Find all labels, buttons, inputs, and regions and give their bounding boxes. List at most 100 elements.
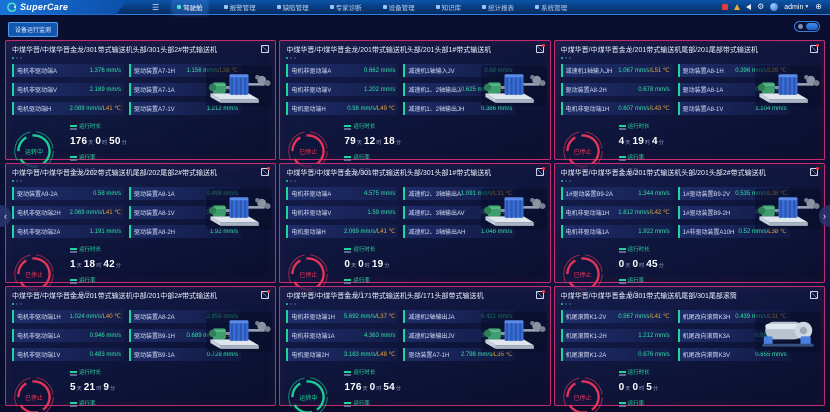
hamburger-menu-icon[interactable]: ☰ (152, 3, 159, 12)
expand-icon[interactable] (536, 45, 544, 53)
rate-label: 运行率 (619, 399, 660, 407)
equipment-image (481, 184, 547, 234)
sensor-value: 2.089 mm/s/L41 ℃ (70, 105, 121, 112)
sensor-value: 0.58 mm/s (93, 191, 121, 197)
warning-triangle-icon[interactable] (734, 4, 740, 10)
title-dots (561, 303, 818, 305)
runtime-label: 运行时长 (70, 368, 117, 376)
expand-icon[interactable] (536, 168, 544, 176)
brand-logo[interactable]: SuperCare (0, 0, 128, 15)
sensor-reading[interactable]: 电机非驱动端1V 0.483 mm/s (12, 348, 124, 361)
sensor-label: 减速机1轴输入JV (408, 66, 454, 75)
runtime-label: 运行时长 (70, 122, 129, 130)
sensor-reading[interactable]: 电机非驱动端1H 0.607 mm/s/L43 ℃ (561, 102, 673, 115)
navbar-right-tools: ⚙ admin ▼ ⊕ (722, 3, 830, 11)
sensor-reading[interactable]: 减速机1轴输入JH 1.067 mm/s/L51 ℃ (561, 64, 673, 77)
page-tab-chip[interactable]: 设备运行监测 (8, 22, 58, 37)
speaker-icon[interactable] (746, 4, 751, 10)
title-dots (561, 180, 818, 182)
sensor-reading[interactable]: 电机非驱动端A 4.575 mm/s (286, 187, 398, 200)
sensor-label: 减速机1轴输入JH (566, 66, 613, 75)
runtime-days: 176 (70, 136, 87, 147)
sensor-reading[interactable]: 电机非驱动端1A 1.922 mm/s (561, 225, 673, 238)
sensor-reading[interactable]: 电机非驱动端V 1.59 mm/s (286, 206, 398, 219)
equipment-card[interactable]: 中煤华晋/中煤华晋金龙/202带式输送机尾部/202尾部2#带式输送机 驱动装置… (5, 163, 276, 283)
equipment-card[interactable]: 中煤华晋/中煤华晋金龙/201带式输送机头部/201头部1#带式输送机 电机非驱… (279, 40, 550, 160)
sensor-value: 1.59 mm/s (367, 210, 395, 216)
sensor-reading[interactable]: 电机驱动端H 0.98 mm/s/L49 ℃ (286, 102, 398, 115)
expand-icon[interactable] (810, 45, 818, 53)
alarm-management-icon (224, 5, 228, 9)
sensor-reading[interactable]: 电机非驱动端V 1.202 mm/s (286, 83, 398, 96)
view-mode-toggle[interactable] (794, 21, 820, 32)
runtime-hours: 0 (632, 259, 638, 270)
runtime-label: 运行时长 (344, 245, 391, 253)
sensor-reading[interactable]: 驱动装置A8-2H 0.678 mm/s (561, 83, 673, 96)
expand-icon[interactable] (261, 168, 269, 176)
expand-icon[interactable] (810, 291, 818, 299)
nav-item[interactable]: 统计报表 (478, 0, 518, 14)
sensor-reading[interactable]: 机尾滚筒K1-2H 1.212 mm/s (561, 329, 673, 342)
title-dots (286, 57, 543, 59)
sensor-reading[interactable]: 电机非驱动端1A 0.946 mm/s (12, 329, 124, 342)
nav-item[interactable]: 驾驶舱 (173, 0, 207, 14)
nav-item[interactable]: 系统管理 (531, 0, 571, 14)
sensor-reading[interactable]: 电机驱动端H 2.069 mm/s/L41 ℃ (286, 225, 398, 238)
gear-icon[interactable]: ⚙ (757, 3, 764, 11)
expand-icon[interactable] (810, 168, 818, 176)
sensor-reading[interactable]: 电机非驱动端V 2.189 mm/s (12, 83, 124, 96)
sensor-reading[interactable]: 电机非驱动端2H 2.069 mm/s/L41 ℃ (12, 206, 124, 219)
alarm-badge-icon[interactable] (722, 4, 728, 10)
equipment-card[interactable]: 中煤华晋/中煤华晋金龙/201带式输送机中部/201中部2#带式输送机 电机非驱… (5, 286, 276, 406)
sensor-reading[interactable]: 电机非驱动端2A 1.191 mm/s (12, 225, 124, 238)
sensor-reading[interactable]: 电机非驱动端1A 4.363 mm/s (286, 329, 398, 342)
alert-dot (542, 290, 545, 293)
unit-hour: 时 (639, 386, 644, 392)
sensor-reading[interactable]: 机尾滚筒K1-2V 0.567 mm/s/L41 ℃ (561, 310, 673, 323)
sensor-reading[interactable]: 电机驱动端2H 3.183 mm/s/L48 ℃ (286, 348, 398, 361)
expand-icon[interactable] (536, 291, 544, 299)
avatar[interactable] (770, 3, 778, 11)
sensor-reading[interactable]: 电机非驱动端1H 1.024 mm/s/L40 ℃ (12, 310, 124, 323)
equipment-card[interactable]: 中煤华晋/中煤华晋金龙/301带式输送机头部/301头部2#带式输送机 电机非驱… (5, 40, 276, 160)
admin-menu[interactable]: admin ▼ (784, 4, 809, 11)
nav-item[interactable]: 设备管理 (379, 0, 419, 14)
nav-item-label: 统计报表 (488, 2, 514, 12)
expand-icon[interactable] (261, 45, 269, 53)
nav-item[interactable]: 知识库 (432, 0, 466, 14)
expand-icon[interactable] (261, 291, 269, 299)
globe-icon[interactable]: ⊕ (815, 3, 822, 11)
equipment-card[interactable]: 中煤华晋/中煤华晋金龙/171带式输送机头部/171头部带式输送机 电机非驱动端… (279, 286, 550, 406)
subheader: 设备运行监测 (0, 15, 830, 40)
status-gauge: 运转中 (286, 375, 330, 412)
runtime-minutes: 45 (646, 259, 658, 270)
unit-minute: 分 (116, 263, 121, 269)
sensor-label: 电机非驱动端V (291, 208, 331, 217)
sensor-value: 0.98 mm/s/L49 ℃ (347, 105, 395, 112)
sensor-reading[interactable]: 电机非驱动端1H 1.812 mm/s/L42 ℃ (561, 206, 673, 219)
nav-item-label: 报警管理 (230, 2, 256, 12)
sensor-reading[interactable]: 1#驱动装置B9-2A 1.344 mm/s (561, 187, 673, 200)
sensor-reading[interactable]: 机尾滚筒K1-2A 0.676 mm/s (561, 348, 673, 361)
sensor-reading[interactable]: 驱动装置A9-2A 0.58 mm/s (12, 187, 124, 200)
rate-label: 运行率 (619, 276, 666, 284)
equipment-card[interactable]: 中煤华晋/中煤华晋金龙/201带式输送机头部/201头部2#带式输送机 1#驱动… (554, 163, 825, 283)
sensor-label: 电机非驱动端1H (291, 312, 335, 321)
sensor-value: 1.812 mm/s/L42 ℃ (618, 209, 669, 216)
card-title: 中煤华晋/中煤华晋金龙/301带式输送机尾部/301尾部滚筒 (561, 291, 737, 301)
nav-item[interactable]: 缺陷管理 (273, 0, 313, 14)
sensor-value: 0.676 mm/s (638, 352, 669, 358)
nav-item[interactable]: 报警管理 (220, 0, 260, 14)
sensor-reading[interactable]: 电机驱动端H 2.089 mm/s/L41 ℃ (12, 102, 124, 115)
equipment-card[interactable]: 中煤华晋/中煤华晋金龙/301带式输送机尾部/301尾部滚筒 机尾滚筒K1-2V… (554, 286, 825, 406)
equipment-card[interactable]: 中煤华晋/中煤华晋金龙/301带式输送机头部/301头部1#带式输送机 电机非驱… (279, 163, 550, 283)
equipment-management-icon (383, 5, 387, 9)
runtime-label: 运行时长 (619, 122, 666, 130)
sensor-reading[interactable]: 电机非驱动端1H 5.692 mm/s/L37 ℃ (286, 310, 398, 323)
nav-item[interactable]: 专家诊断 (326, 0, 366, 14)
sensor-reading[interactable]: 电机非驱动端A 1.376 mm/s (12, 64, 124, 77)
equipment-image (206, 307, 272, 357)
equipment-card[interactable]: 中煤华晋/中煤华晋金龙/201带式输送机尾部/201尾部带式输送机 减速机1轴输… (554, 40, 825, 160)
sensor-reading[interactable]: 电机非驱动端A 0.662 mm/s (286, 64, 398, 77)
sensor-label: 减速机2轴输出JA (408, 312, 454, 321)
